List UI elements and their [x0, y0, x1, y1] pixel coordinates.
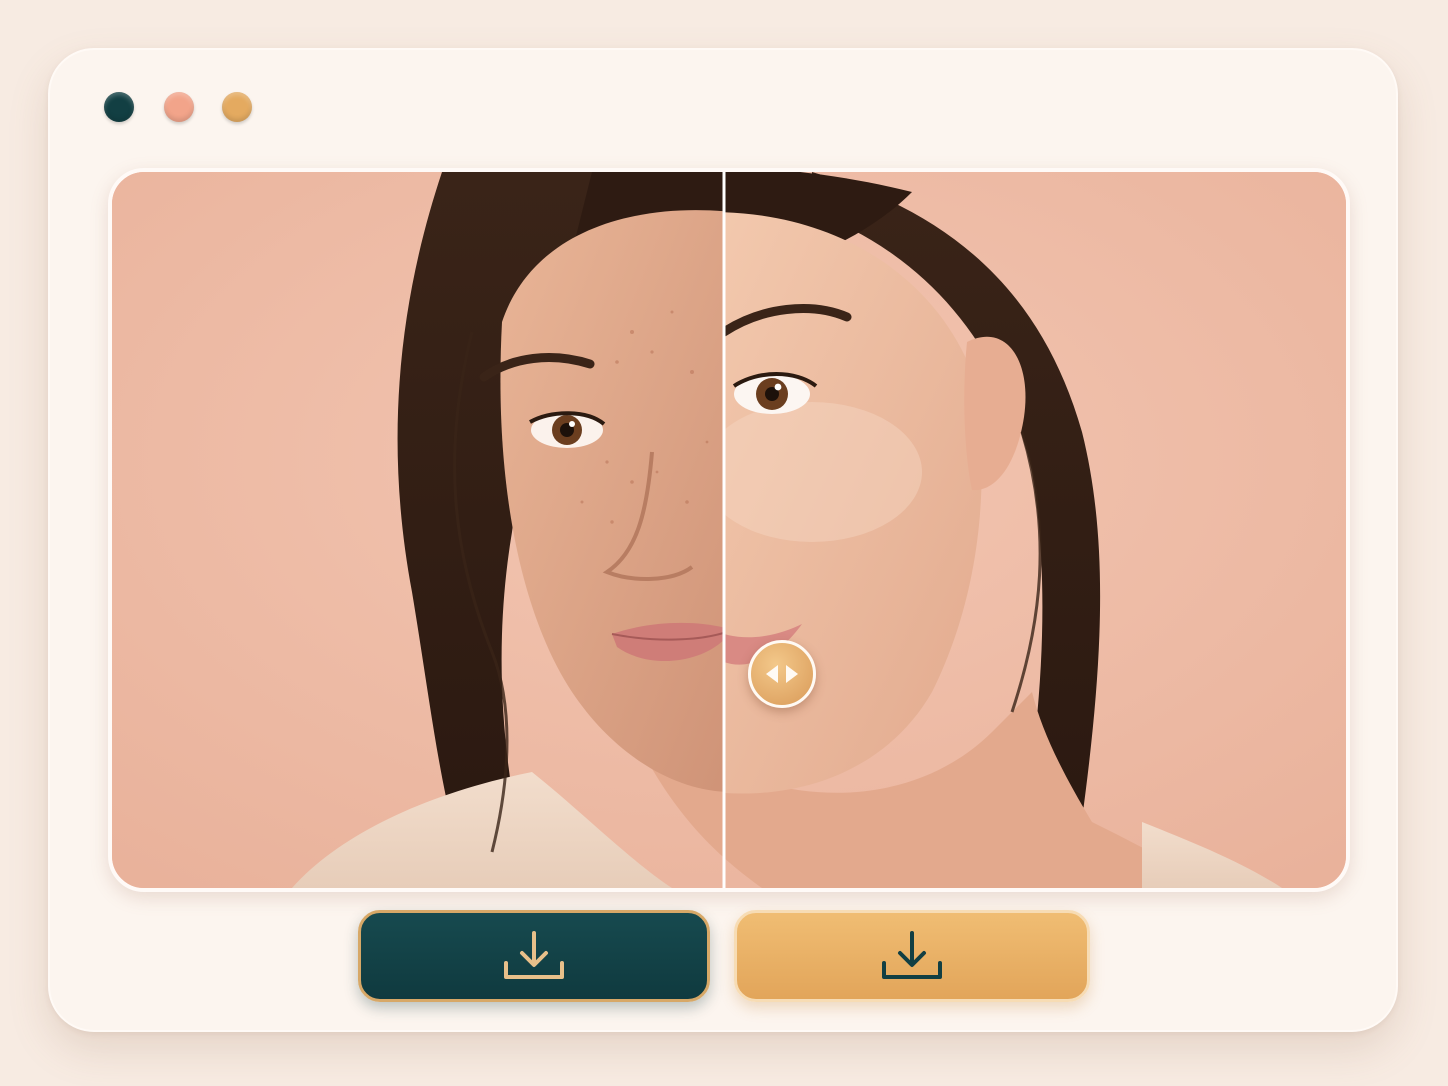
window-dot-gold[interactable]: [222, 92, 252, 122]
window-dot-teal[interactable]: [104, 92, 134, 122]
window-dot-coral[interactable]: [164, 92, 194, 122]
download-icon: [504, 931, 564, 979]
portrait-image: [112, 172, 1346, 888]
comparison-slider-handle[interactable]: [748, 640, 816, 708]
app-window: [48, 48, 1398, 1032]
left-right-arrows-icon: [766, 665, 798, 683]
download-icon: [882, 931, 942, 979]
download-before-button[interactable]: [358, 910, 710, 1002]
before-after-comparison-viewer[interactable]: [108, 168, 1350, 892]
download-after-button[interactable]: [734, 910, 1090, 1002]
